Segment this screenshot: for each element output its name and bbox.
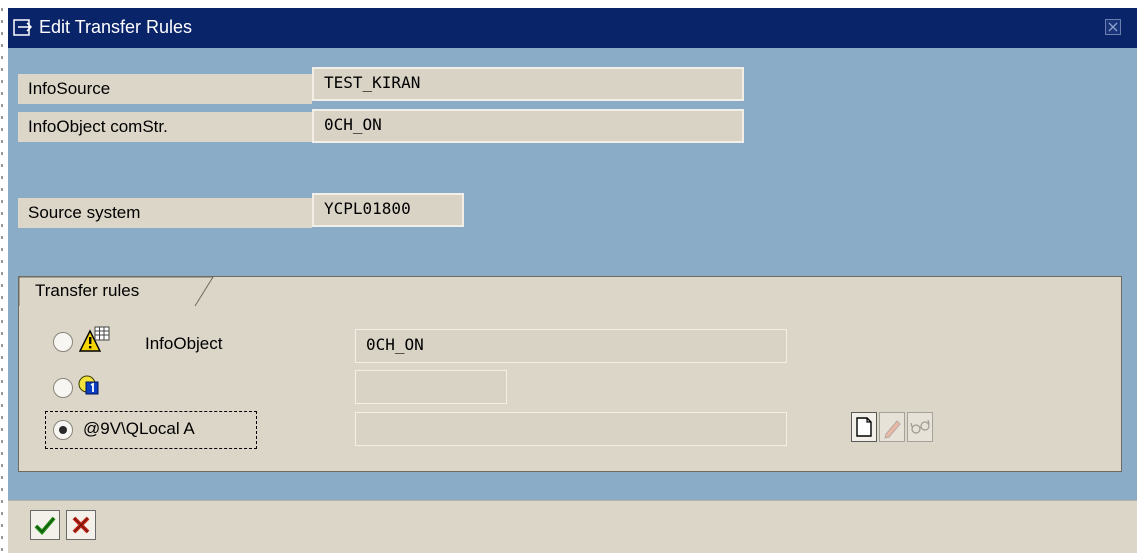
constant-value-icon [78, 375, 99, 395]
group-title: Transfer rules [35, 281, 140, 300]
cancel-button[interactable] [66, 510, 96, 540]
routine-field[interactable] [355, 412, 787, 446]
source-system-label: Source system [18, 198, 312, 228]
transfer-rules-group: Transfer rules InfoObject 0CH_ON @9V\QLo… [18, 276, 1122, 472]
infoobject-comstr-label: InfoObject comStr. [18, 112, 312, 142]
pencil-icon [884, 420, 901, 439]
title-bar[interactable]: Edit Transfer Rules [8, 8, 1137, 48]
window-title: Edit Transfer Rules [39, 17, 193, 37]
rule-infoobject-field[interactable]: 0CH_ON [355, 329, 787, 363]
infosource-label: InfoSource [18, 74, 312, 104]
rule-infoobject-label: InfoObject [145, 334, 223, 353]
change-routine-button[interactable] [879, 412, 905, 442]
constant-value-field[interactable] [355, 370, 507, 404]
create-routine-button[interactable] [851, 412, 877, 442]
glasses-icon [910, 419, 930, 434]
close-button[interactable] [1105, 19, 1121, 35]
cancel-x-icon [72, 516, 90, 534]
edit-transfer-rules-dialog: Edit Transfer Rules InfoSource TEST_KIRA… [8, 8, 1137, 553]
source-system-field: YCPL01800 [312, 193, 464, 227]
window-menu-icon[interactable] [13, 18, 35, 38]
infosource-field: TEST_KIRAN [312, 67, 744, 101]
infoobject-comstr-field: 0CH_ON [312, 109, 744, 143]
dialog-footer [8, 500, 1137, 553]
close-icon [1108, 22, 1118, 32]
rule-routine-label: @9V\QLocal A [83, 419, 195, 438]
infoobject-warning-icon [78, 326, 110, 352]
continue-button[interactable] [30, 510, 60, 540]
create-icon [856, 417, 872, 437]
display-routine-button[interactable] [907, 412, 933, 442]
radio-constant[interactable] [53, 378, 73, 398]
edge-dots [1, 8, 3, 553]
checkmark-icon [34, 516, 56, 535]
background-left-edge [0, 0, 8, 553]
radio-routine[interactable] [53, 420, 73, 440]
radio-infoobject[interactable] [53, 332, 73, 352]
